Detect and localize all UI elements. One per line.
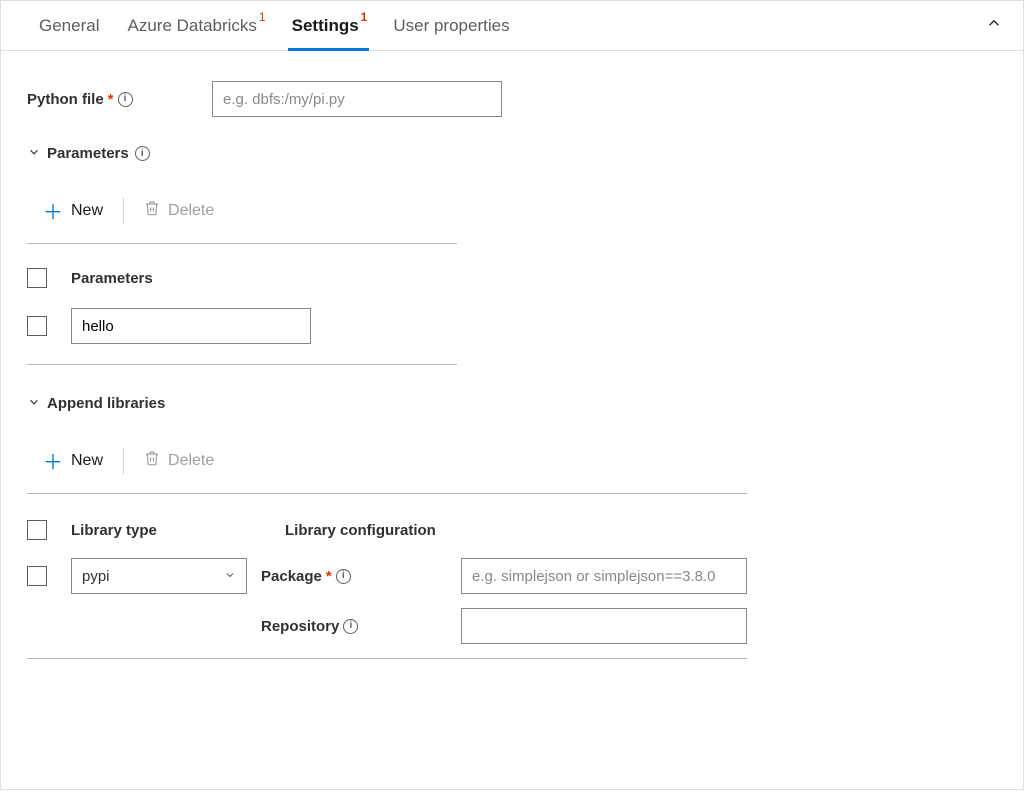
libraries-toolbar: ＋ New Delete xyxy=(27,436,747,494)
repository-input[interactable] xyxy=(461,608,747,644)
parameter-row xyxy=(27,298,457,354)
new-library-button[interactable]: ＋ New xyxy=(31,442,115,479)
badge-icon: 1 xyxy=(361,10,368,24)
library-type-select[interactable]: pypi xyxy=(71,558,247,594)
parameters-list: Parameters xyxy=(27,258,457,365)
parameters-column-header: Parameters xyxy=(71,270,153,287)
separator xyxy=(123,448,124,474)
required-marker: * xyxy=(108,91,114,108)
libraries-list: Library type Library configuration pypi … xyxy=(27,508,747,659)
append-libraries-section: Append libraries ＋ New Delete xyxy=(27,395,997,659)
tabs-bar: General Azure Databricks1 Settings1 User… xyxy=(1,1,1023,51)
plus-icon: ＋ xyxy=(43,446,63,475)
required-marker: * xyxy=(326,568,332,585)
parameters-toolbar: ＋ New Delete xyxy=(27,186,457,244)
tab-general[interactable]: General xyxy=(25,2,113,50)
library-checkbox[interactable] xyxy=(27,566,47,586)
new-parameter-button[interactable]: ＋ New xyxy=(31,192,115,229)
python-file-label: Python file * i xyxy=(27,91,212,108)
tab-settings[interactable]: Settings1 xyxy=(278,2,380,50)
library-type-value: pypi xyxy=(82,568,110,585)
parameters-toggle[interactable]: Parameters i xyxy=(27,145,997,162)
parameter-checkbox[interactable] xyxy=(27,316,47,336)
trash-icon xyxy=(144,200,160,221)
library-type-column-header: Library type xyxy=(71,522,271,539)
select-all-checkbox[interactable] xyxy=(27,268,47,288)
chevron-down-icon xyxy=(27,395,41,412)
info-icon[interactable]: i xyxy=(135,146,150,161)
libraries-header-row: Library type Library configuration xyxy=(27,508,747,558)
python-file-field: Python file * i xyxy=(27,81,997,117)
library-config-column-header: Library configuration xyxy=(285,522,747,539)
badge-icon: 1 xyxy=(259,10,266,24)
package-label: Package * i xyxy=(261,568,461,585)
delete-library-button[interactable]: Delete xyxy=(132,446,226,475)
tab-user-properties[interactable]: User properties xyxy=(379,2,523,50)
parameter-value-input[interactable] xyxy=(71,308,311,344)
plus-icon: ＋ xyxy=(43,196,63,225)
chevron-down-icon xyxy=(27,145,41,162)
library-row: pypi Package * i Repository xyxy=(27,558,747,644)
tab-azure-databricks[interactable]: Azure Databricks1 xyxy=(113,2,277,50)
chevron-down-icon xyxy=(224,569,236,584)
package-input[interactable] xyxy=(461,558,747,594)
trash-icon xyxy=(144,450,160,471)
repository-label: Repository i xyxy=(261,618,461,635)
parameters-section: Parameters i ＋ New Delete xyxy=(27,145,997,365)
select-all-libraries-checkbox[interactable] xyxy=(27,520,47,540)
append-libraries-toggle[interactable]: Append libraries xyxy=(27,395,997,412)
delete-parameter-button[interactable]: Delete xyxy=(132,196,226,225)
separator xyxy=(123,198,124,224)
library-config-grid: Package * i Repository i xyxy=(261,558,747,644)
info-icon[interactable]: i xyxy=(343,619,358,634)
python-file-input[interactable] xyxy=(212,81,502,117)
info-icon[interactable]: i xyxy=(118,92,133,107)
parameters-header-row: Parameters xyxy=(27,258,457,298)
collapse-panel-icon[interactable] xyxy=(973,6,1015,45)
info-icon[interactable]: i xyxy=(336,569,351,584)
